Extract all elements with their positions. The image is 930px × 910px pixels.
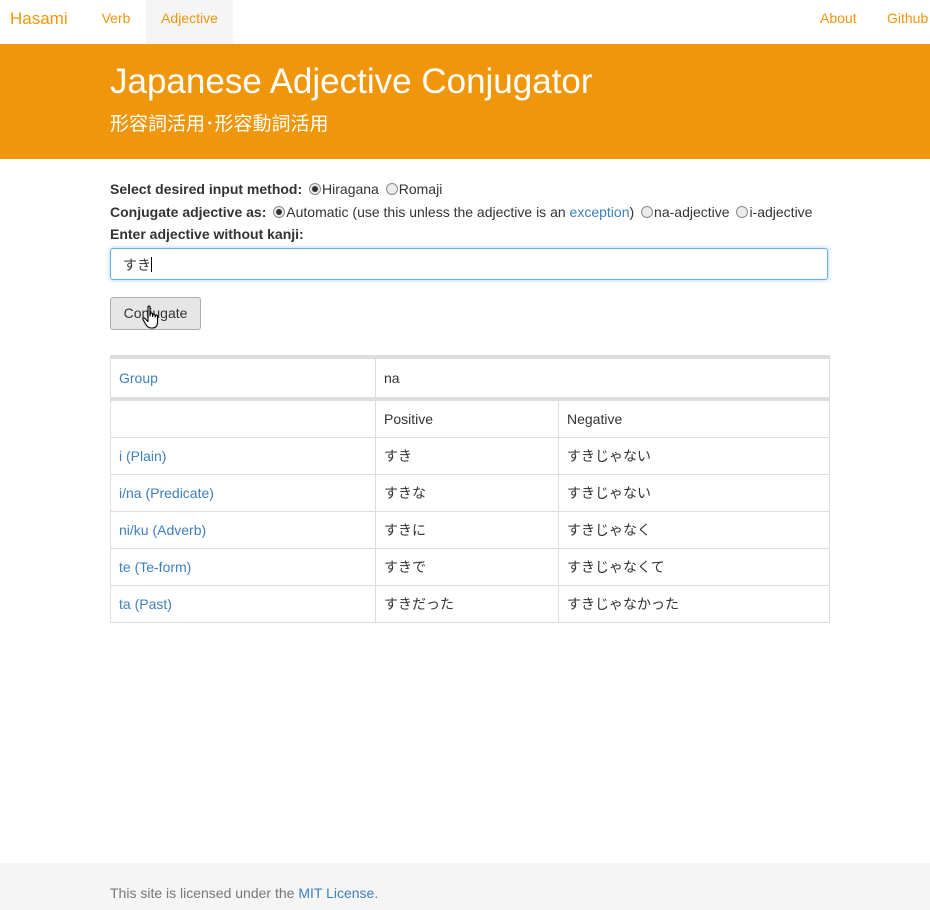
group-value: na [375, 355, 830, 400]
row-label: ni/ku (Adverb) [110, 511, 376, 549]
mit-license-link[interactable]: MIT License [298, 885, 374, 901]
footer-text: This site is licensed under the MIT Lice… [110, 885, 378, 901]
automatic-close: ) [629, 204, 635, 220]
table-row: ta (Past) すきだった すきじゃなかった [110, 585, 830, 623]
header-empty [110, 397, 376, 438]
conjugation-table: Group na Positive Negative i (Plain) すき … [110, 355, 830, 623]
automatic-label[interactable]: Automatic (use this unless the adjective… [286, 204, 569, 220]
row-negative: すきじゃない [558, 437, 830, 475]
nav-adjective[interactable]: Adjective [146, 0, 233, 44]
table-row: te (Te-form) すきで すきじゃなくて [110, 548, 830, 586]
row-negative: すきじゃなくて [558, 548, 830, 586]
exception-link[interactable]: exception [570, 204, 630, 220]
header-negative: Negative [558, 397, 830, 438]
automatic-radio[interactable] [273, 206, 286, 218]
na-adjective-radio[interactable] [641, 206, 654, 218]
row-label: i/na (Predicate) [110, 474, 376, 512]
adjective-input-value: すき [123, 257, 151, 273]
row-positive: すきで [375, 548, 559, 586]
footer: This site is licensed under the MIT Lice… [0, 863, 930, 910]
row-label: te (Te-form) [110, 548, 376, 586]
romaji-label[interactable]: Romaji [399, 181, 443, 197]
row-positive: すきだった [375, 585, 559, 623]
adjective-input[interactable]: すき [110, 248, 828, 280]
na-adjective-label[interactable]: na-adjective [654, 204, 730, 220]
page-header: Japanese Adjective Conjugator 形容詞活用･形容動詞… [0, 44, 930, 159]
hiragana-radio[interactable] [309, 183, 322, 195]
table-row: i/na (Predicate) すきな すきじゃない [110, 474, 830, 512]
romaji-radio[interactable] [385, 183, 398, 195]
row-positive: すきな [375, 474, 559, 512]
i-adjective-radio[interactable] [736, 206, 749, 218]
hand-cursor-icon [142, 305, 159, 329]
header-positive: Positive [375, 397, 559, 438]
nav-verb[interactable]: Verb [85, 0, 147, 44]
row-positive: すき [375, 437, 559, 475]
brand-link[interactable]: Hasami [10, 9, 68, 29]
row-negative: すきじゃなく [558, 511, 830, 549]
hiragana-label[interactable]: Hiragana [322, 181, 379, 197]
conjugate-as-row: Conjugate adjective as: Automatic (use t… [110, 204, 812, 220]
enter-adjective-row: Enter adjective without kanji: [110, 226, 304, 242]
row-label: i (Plain) [110, 437, 376, 475]
nav-github[interactable]: Github [887, 0, 928, 44]
conjugate-as-label: Conjugate adjective as: [110, 204, 267, 220]
group-row: Group na [110, 355, 830, 400]
row-label: ta (Past) [110, 585, 376, 623]
group-label: Group [110, 355, 376, 400]
table-row: i (Plain) すき すきじゃない [110, 437, 830, 475]
footer-prefix: This site is licensed under the [110, 885, 299, 901]
footer-suffix: . [374, 885, 379, 901]
row-positive: すきに [375, 511, 559, 549]
navbar: Hasami Verb Adjective About Github [0, 0, 930, 44]
i-adjective-label[interactable]: i-adjective [749, 204, 812, 220]
page-title: Japanese Adjective Conjugator [110, 62, 593, 101]
input-method-label: Select desired input method: [110, 181, 303, 197]
row-negative: すきじゃない [558, 474, 830, 512]
text-caret [151, 257, 152, 272]
enter-adjective-label: Enter adjective without kanji: [110, 226, 304, 242]
row-negative: すきじゃなかった [558, 585, 830, 623]
table-header-row: Positive Negative [110, 397, 830, 438]
nav-about[interactable]: About [820, 0, 857, 44]
table-row: ni/ku (Adverb) すきに すきじゃなく [110, 511, 830, 549]
input-method-row: Select desired input method: Hiragana Ro… [110, 181, 442, 197]
page-subtitle: 形容詞活用･形容動詞活用 [110, 114, 329, 135]
